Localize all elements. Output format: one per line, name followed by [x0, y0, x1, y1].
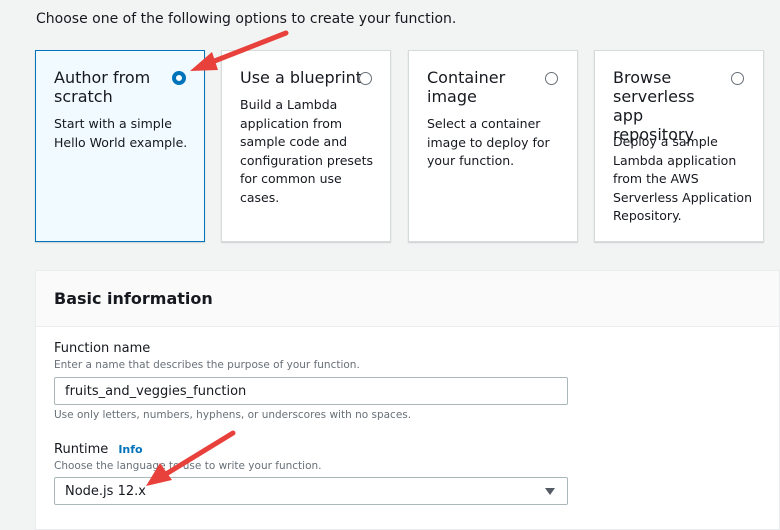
caret-down-icon [545, 488, 555, 495]
option-description: Build a Lambda application from sample c… [240, 97, 373, 205]
option-description: Select a container image to deploy for y… [427, 116, 550, 168]
option-card-use-a-blueprint[interactable]: Use a blueprint Build a Lambda applicati… [221, 50, 391, 242]
runtime-label: Runtime [54, 442, 109, 457]
basic-information-panel: Basic information Function name Enter a … [35, 270, 780, 530]
option-title: Container image [427, 68, 506, 106]
option-description: Deploy a sample Lambda application from … [613, 134, 752, 223]
panel-title: Basic information [54, 289, 213, 308]
option-radio[interactable] [731, 72, 744, 85]
runtime-selected-value: Node.js 12.x [65, 484, 146, 499]
intro-text: Choose one of the following options to c… [36, 11, 457, 27]
function-name-description: Enter a name that describes the purpose … [54, 359, 360, 371]
option-card-container-image[interactable]: Container image Select a container image… [408, 50, 578, 242]
panel-header: Basic information [36, 271, 779, 327]
option-title: Author from scratch [54, 68, 151, 106]
runtime-label-row: Runtime Info [54, 442, 143, 457]
runtime-info-link[interactable]: Info [118, 443, 142, 456]
runtime-description: Choose the language to use to write your… [54, 460, 322, 472]
option-description: Start with a simple Hello World example. [54, 116, 188, 150]
option-radio[interactable] [172, 71, 186, 85]
option-card-browse-serverless-app-repository[interactable]: Browse serverless app repository Deploy … [594, 50, 764, 242]
option-radio[interactable] [359, 72, 372, 85]
function-name-label: Function name [54, 341, 151, 356]
option-title: Use a blueprint [240, 68, 363, 87]
function-name-constraint: Use only letters, numbers, hyphens, or u… [54, 409, 412, 421]
runtime-select[interactable]: Node.js 12.x [54, 477, 568, 505]
option-card-author-from-scratch[interactable]: Author from scratch Start with a simple … [35, 50, 205, 242]
function-name-input[interactable] [54, 377, 568, 405]
option-radio[interactable] [545, 72, 558, 85]
